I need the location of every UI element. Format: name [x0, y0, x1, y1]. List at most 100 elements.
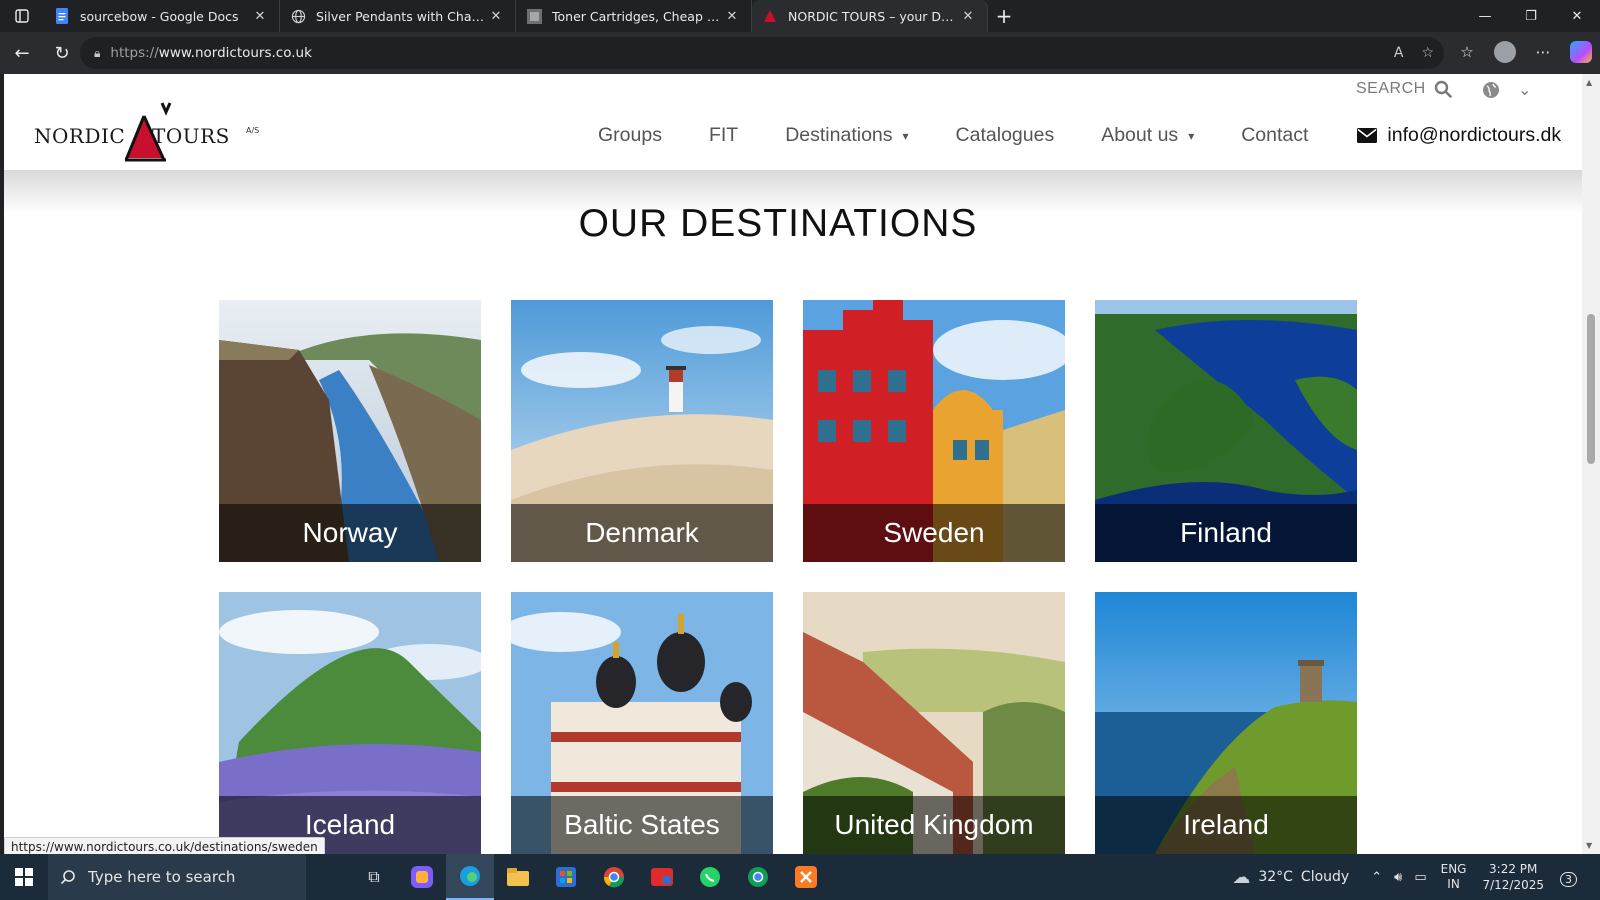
destination-card-sweden[interactable]: Sweden [803, 300, 1065, 562]
language-selector[interactable]: ⌄ [1482, 80, 1531, 99]
clock-time: 3:22 PM [1489, 862, 1538, 876]
input-language[interactable]: ENG IN [1441, 862, 1467, 892]
scroll-down-icon[interactable]: ▼ [1586, 841, 1592, 850]
destination-card-baltic-states[interactable]: Baltic States [511, 592, 773, 854]
chevron-up-icon[interactable]: ⌃ [1371, 870, 1382, 885]
nav-contact[interactable]: Contact [1241, 124, 1308, 147]
network-icon[interactable]: ▭ [1414, 870, 1426, 885]
search-label: SEARCH [1356, 80, 1426, 97]
url-prefix: https:// [110, 45, 159, 61]
nav-fit[interactable]: FIT [709, 124, 738, 147]
scrollbar-thumb[interactable] [1587, 314, 1595, 464]
site-header: NORDIC TOURS A/S SEARCH ⌄ Groups FIT Des… [4, 74, 1582, 170]
close-window-icon[interactable]: ✕ [1554, 0, 1600, 32]
browser-tab[interactable]: Silver Pendants with Chains Archi ✕ [280, 0, 516, 32]
tab-title: Toner Cartridges, Cheap Toner Ca [552, 8, 723, 24]
edge-browser-icon[interactable] [446, 854, 494, 900]
nordic-icon [762, 8, 778, 24]
tab-actions-icon[interactable] [0, 0, 44, 32]
weather-text: Cloudy [1300, 869, 1350, 885]
more-menu-icon[interactable]: ⋯ [1530, 36, 1556, 68]
page-title: OUR DESTINATIONS [578, 202, 978, 245]
task-view-icon[interactable]: ⧉ [350, 854, 398, 900]
nav-destinations[interactable]: Destinations ▾ [785, 124, 908, 147]
copilot-app-icon[interactable] [398, 854, 446, 900]
destination-label: Finland [1095, 504, 1357, 562]
speaker-icon[interactable]: 🔊︎ [1394, 870, 1402, 885]
taskbar-search[interactable]: Type here to search [48, 854, 306, 900]
taskbar-clock[interactable]: 3:22 PM 7/12/2025 [1482, 861, 1544, 893]
windows-taskbar: Type here to search ⧉ ☁ 32°C Cloudy ⌃ 🔊︎… [0, 854, 1600, 900]
weather-widget[interactable]: ☁ 32°C Cloudy [1232, 867, 1349, 888]
page-scrollbar[interactable]: ▲ ▼ [1582, 74, 1600, 854]
nav-about-us[interactable]: About us ▾ [1101, 124, 1194, 147]
windows-start-icon[interactable] [0, 854, 48, 900]
site-icon [526, 8, 542, 24]
destination-label: United Kingdom [803, 796, 1065, 854]
close-icon[interactable]: ✕ [487, 9, 505, 24]
nav-catalogues[interactable]: Catalogues [956, 124, 1055, 147]
url-host: www.nordictours.co.uk [158, 45, 312, 61]
clock-date: 7/12/2025 [1482, 878, 1544, 892]
profile-avatar[interactable] [1494, 41, 1516, 63]
store-icon[interactable] [542, 854, 590, 900]
favorites-icon[interactable]: ☆ [1454, 36, 1480, 68]
whatsapp-icon[interactable] [686, 854, 734, 900]
favorite-star-icon[interactable]: ☆ [1421, 45, 1434, 61]
lang-top: ENG [1440, 862, 1467, 876]
notifications-icon[interactable]: 3 [1560, 868, 1590, 887]
close-icon[interactable]: ✕ [251, 9, 269, 24]
destination-card-finland[interactable]: Finland [1095, 300, 1357, 562]
taskbar-search-placeholder: Type here to search [88, 868, 236, 886]
globe-icon [1483, 81, 1499, 98]
site-search[interactable]: SEARCH [1356, 80, 1452, 98]
read-aloud-icon[interactable]: A [1394, 45, 1404, 61]
docs-icon [54, 8, 70, 24]
media-app-icon[interactable] [638, 854, 686, 900]
scroll-up-icon[interactable]: ▲ [1586, 78, 1592, 87]
chrome-profile-icon[interactable] [734, 854, 782, 900]
browser-tab[interactable]: Toner Cartridges, Cheap Toner Ca ✕ [516, 0, 752, 32]
back-icon[interactable]: ← [4, 35, 40, 71]
site-logo[interactable]: NORDIC TOURS A/S [34, 90, 264, 162]
xampp-icon[interactable] [782, 854, 830, 900]
destination-label: Baltic States [511, 796, 773, 854]
lang-bottom: IN [1447, 877, 1460, 891]
search-icon [60, 870, 75, 885]
address-bar[interactable]: 🔒︎ https:// www.nordictours.co.uk A ☆ [80, 37, 1444, 69]
new-tab-button[interactable]: + [988, 4, 1020, 28]
reload-icon[interactable]: ↻ [44, 35, 80, 71]
tab-title: NORDIC TOURS – your DMC part [788, 8, 959, 24]
notification-count: 3 [1560, 871, 1577, 887]
destination-card-united-kingdom[interactable]: United Kingdom [803, 592, 1065, 854]
lock-icon: 🔒︎ [94, 45, 101, 60]
envelope-icon [1357, 128, 1378, 143]
nav-groups[interactable]: Groups [598, 124, 662, 147]
tab-title: sourcebow - Google Docs [80, 8, 239, 24]
email-address: info@nordictours.dk [1387, 124, 1562, 146]
destination-card-ireland[interactable]: Ireland [1095, 592, 1357, 854]
close-icon[interactable]: ✕ [959, 9, 977, 24]
restore-icon[interactable]: ❐ [1508, 0, 1554, 32]
minimize-icon[interactable]: — [1462, 0, 1508, 32]
chevron-down-icon: ▾ [902, 128, 909, 143]
nav-label: FIT [708, 124, 739, 146]
destination-label: Norway [219, 504, 481, 562]
browser-tab[interactable]: sourcebow - Google Docs ✕ [44, 0, 280, 32]
tray-icons: ⌃ 🔊︎ ▭ [1371, 870, 1426, 885]
copilot-icon[interactable] [1570, 41, 1592, 63]
page-viewport: NORDIC TOURS A/S SEARCH ⌄ Groups FIT Des… [4, 74, 1582, 854]
chrome-icon[interactable] [590, 854, 638, 900]
destination-card-denmark[interactable]: Denmark [511, 300, 773, 562]
file-explorer-icon[interactable] [494, 854, 542, 900]
destination-label: Denmark [511, 504, 773, 562]
destination-label: Sweden [803, 504, 1065, 562]
browser-tab-active[interactable]: NORDIC TOURS – your DMC part ✕ [752, 0, 988, 32]
chevron-down-icon: ⌄ [1518, 80, 1532, 99]
destination-card-iceland[interactable]: Iceland [219, 592, 481, 854]
destination-card-norway[interactable]: Norway [219, 300, 481, 562]
email-link[interactable]: info@nordictours.dk [1357, 124, 1561, 147]
chevron-down-icon: ▾ [1188, 128, 1195, 143]
close-icon[interactable]: ✕ [723, 9, 741, 24]
main-nav: Groups FIT Destinations ▾ Catalogues Abou… [598, 124, 1561, 147]
